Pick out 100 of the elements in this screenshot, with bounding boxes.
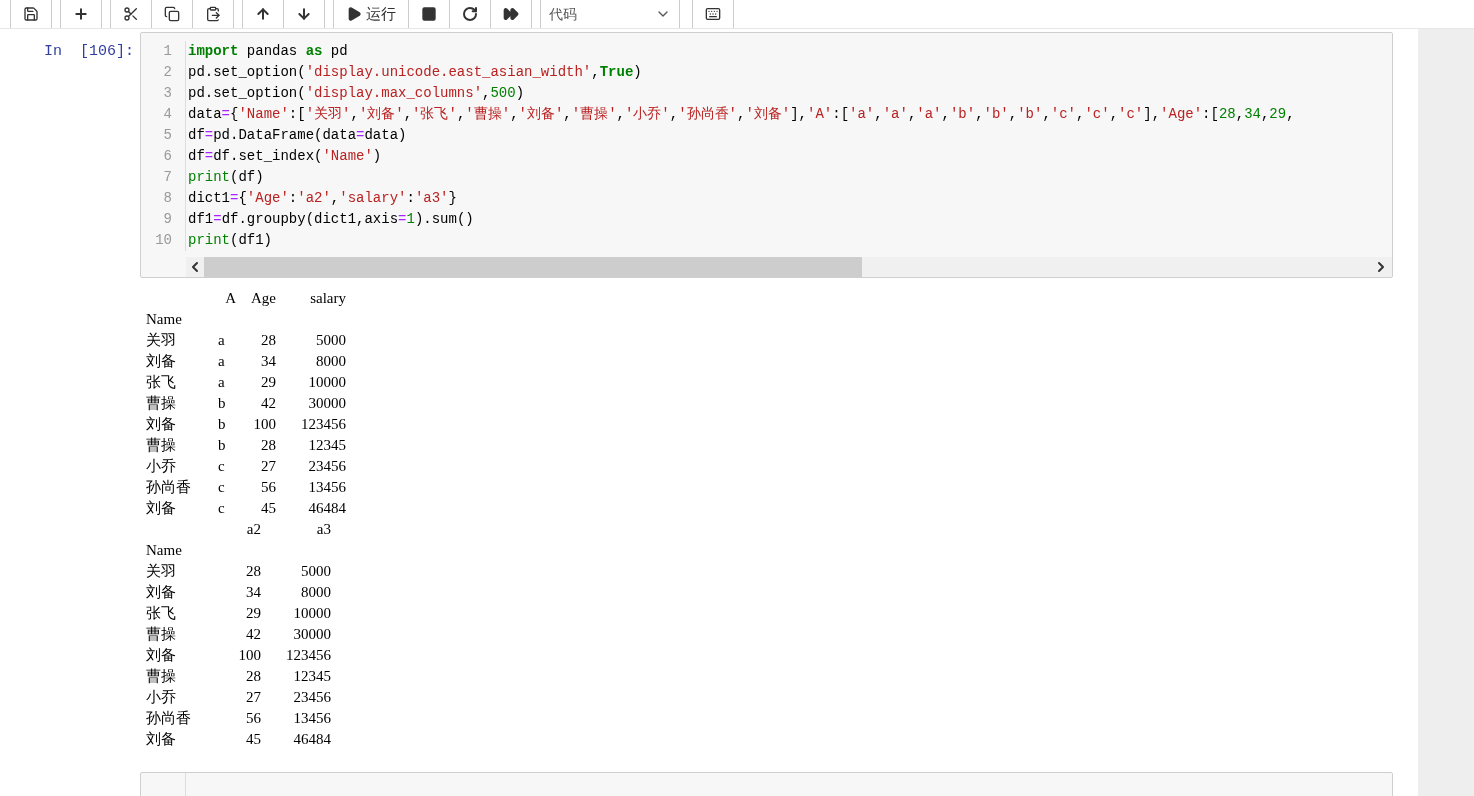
row-index: 刘备: [146, 416, 176, 432]
table-cell-text: 28: [261, 436, 276, 455]
table-cell-text: 30000: [308, 394, 346, 413]
table-cell-text: 10000: [308, 373, 346, 392]
code-line: dict1={'Age':'a2','salary':'a3'}: [188, 189, 457, 208]
stop-icon: [421, 6, 437, 22]
code-line: df1=df.groupby(dict1,axis=1).sum(): [188, 210, 474, 229]
scrollbar-thumb[interactable]: [204, 257, 862, 277]
index-name: Name: [146, 541, 182, 560]
insert-cell-button[interactable]: [60, 0, 102, 28]
row-index: 刘备: [146, 731, 176, 747]
line-number: 2: [163, 63, 172, 82]
table-cell-text: 100: [238, 646, 261, 665]
table-cell-text: 30000: [293, 625, 331, 644]
table-cell-text: 56: [261, 478, 276, 497]
row-index: 小乔: [146, 689, 176, 705]
keyboard-button[interactable]: [692, 0, 734, 28]
copy-icon: [164, 6, 180, 22]
code-line: pd.set_option('display.max_columns',500): [188, 84, 525, 103]
table-cell-text: 34: [246, 583, 261, 602]
table-cell-text: 27: [246, 688, 261, 707]
cell-type-select[interactable]: 代码: [540, 0, 680, 28]
fast-forward-icon: [503, 6, 519, 22]
code-line: import pandas as pd: [188, 42, 348, 61]
column-header: a2: [246, 520, 261, 539]
code-cell[interactable]: [140, 32, 1393, 278]
table-cell-text: 12345: [308, 436, 346, 455]
save-icon: [23, 6, 39, 22]
column-header: A: [225, 289, 236, 308]
table-cell-text: 8000: [316, 352, 346, 371]
row-index: 关羽: [146, 563, 176, 579]
restart-icon: [462, 6, 478, 22]
row-index: 曹操: [146, 668, 176, 684]
column-header: salary: [310, 289, 346, 308]
horizontal-scrollbar[interactable]: [186, 257, 1392, 277]
cell-prompt: In [106]:: [44, 43, 134, 60]
row-index: 张飞: [146, 605, 176, 621]
table-cell-text: a: [218, 331, 225, 350]
table-cell-text: 13456: [308, 478, 346, 497]
row-index: 刘备: [146, 500, 176, 516]
plus-icon: [73, 6, 89, 22]
table-cell-text: 34: [261, 352, 276, 371]
table-cell-text: 28: [261, 331, 276, 350]
next-code-cell[interactable]: [140, 772, 1393, 796]
table-cell-text: 123456: [286, 646, 331, 665]
code-line: print(df): [188, 168, 264, 187]
code-line: pd.set_option('display.unicode.east_asian_width',True): [188, 63, 642, 82]
table-cell-text: 42: [246, 625, 261, 644]
line-number: 4: [163, 105, 172, 124]
table-cell-text: 46484: [308, 499, 346, 518]
table-cell-text: 29: [261, 373, 276, 392]
keyboard-icon: [705, 6, 721, 22]
save-button[interactable]: [10, 0, 52, 28]
table-cell-text: 29: [246, 604, 261, 623]
table-cell-text: 45: [261, 499, 276, 518]
table-cell-text: 46484: [293, 730, 331, 749]
table-cell-text: 10000: [293, 604, 331, 623]
code-line: df=pd.DataFrame(data=data): [188, 126, 407, 145]
row-index: 刘备: [146, 584, 176, 600]
table-cell-text: a: [218, 373, 225, 392]
table-cell-text: 42: [261, 394, 276, 413]
index-name: Name: [146, 310, 182, 329]
table-cell-text: a: [218, 352, 225, 371]
table-cell-text: 5000: [301, 562, 331, 581]
table-cell-text: 28: [246, 667, 261, 686]
row-index: 刘备: [146, 353, 176, 369]
table-cell-text: b: [218, 436, 226, 455]
table-cell-text: b: [218, 394, 226, 413]
table-cell-text: 13456: [293, 709, 331, 728]
line-number: 6: [163, 147, 172, 166]
row-index: 曹操: [146, 395, 176, 411]
table-cell-text: 100: [253, 415, 276, 434]
line-number: 9: [163, 210, 172, 229]
row-index: 曹操: [146, 626, 176, 642]
row-index: 关羽: [146, 332, 176, 348]
table-cell-text: 28: [246, 562, 261, 581]
row-index: 张飞: [146, 374, 176, 390]
play-icon: [346, 6, 362, 22]
code-line: print(df1): [188, 231, 273, 250]
table-cell-text: 27: [261, 457, 276, 476]
table-cell-text: 23456: [308, 457, 346, 476]
table-cell-text: 5000: [316, 331, 346, 350]
line-number: 5: [163, 126, 172, 145]
row-index: 孙尚香: [146, 479, 191, 495]
column-header: a3: [316, 520, 331, 539]
table-cell-text: 123456: [301, 415, 346, 434]
table-cell-text: c: [218, 478, 225, 497]
table-cell-text: 8000: [301, 583, 331, 602]
code-line: df=df.set_index('Name'): [188, 147, 382, 166]
column-header: Age: [251, 289, 276, 308]
scissors-icon: [123, 6, 139, 22]
table-cell-text: 23456: [293, 688, 331, 707]
row-index: 孙尚香: [146, 710, 191, 726]
row-index: 小乔: [146, 458, 176, 474]
table-cell-text: 45: [246, 730, 261, 749]
code-line: data={'Name':['关羽','刘备','张飞','曹操','刘备','曹操','小乔','孙尚香','刘备'],'A':['a','a','a','b','b','b','c','c','c'],'Age':[28,34,29,: [188, 105, 1295, 124]
paste-icon: [205, 6, 221, 22]
row-index: 曹操: [146, 437, 176, 453]
line-number: 3: [163, 84, 172, 103]
row-index: 刘备: [146, 647, 176, 663]
